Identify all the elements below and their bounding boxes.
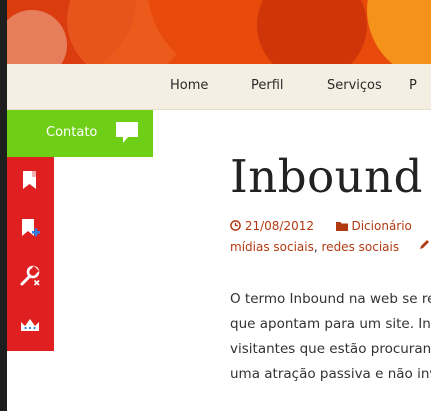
clock-icon [230, 220, 241, 231]
crown-icon [21, 319, 39, 331]
tag-separator: , [313, 240, 318, 254]
post-body-line: que apontam para um site. Inb [230, 316, 431, 332]
pencil-icon [420, 240, 429, 249]
share-button-column [7, 157, 54, 351]
contact-label: Contato [46, 125, 98, 140]
add-bookmark-icon [22, 219, 40, 237]
page: Home Perfil Serviços P Inbound 21/08/201… [7, 0, 431, 411]
banner-shape [257, 0, 367, 64]
post-body-line: uma atração passiva e não inv [230, 366, 431, 382]
bookmark-icon [23, 171, 36, 189]
tag-link[interactable]: mídias sociais [230, 240, 314, 254]
banner-shape [367, 0, 431, 64]
nav-item-next[interactable]: P [409, 78, 417, 93]
tag-link[interactable]: redes sociais [322, 240, 400, 254]
post-meta-row: 21/08/2012 Dicionário [230, 219, 412, 233]
post-title: Inbound [230, 150, 423, 203]
post-date-link[interactable]: 21/08/2012 [245, 219, 314, 233]
contact-button[interactable]: Contato [7, 110, 153, 157]
header-banner [7, 0, 431, 64]
nav-item-home[interactable]: Home [170, 78, 208, 93]
folder-icon [335, 222, 348, 231]
crown-button[interactable] [7, 301, 54, 349]
post-tags-row: mídias sociais, redes sociais [230, 240, 399, 254]
post-body-line: O termo Inbound na web se re [230, 291, 431, 307]
main-nav: Home Perfil Serviços P [7, 64, 431, 110]
post-body-line: visitantes que estão procuran [230, 341, 431, 357]
nav-item-servicos[interactable]: Serviços [327, 78, 382, 93]
post-category-link[interactable]: Dicionário [351, 219, 411, 233]
bookmark-button[interactable] [7, 157, 54, 205]
add-bookmark-button[interactable] [7, 205, 54, 253]
tools-button[interactable] [7, 253, 54, 301]
nav-item-perfil[interactable]: Perfil [251, 78, 284, 93]
speech-bubble-icon [116, 122, 138, 143]
wrench-remove-icon [20, 265, 40, 286]
